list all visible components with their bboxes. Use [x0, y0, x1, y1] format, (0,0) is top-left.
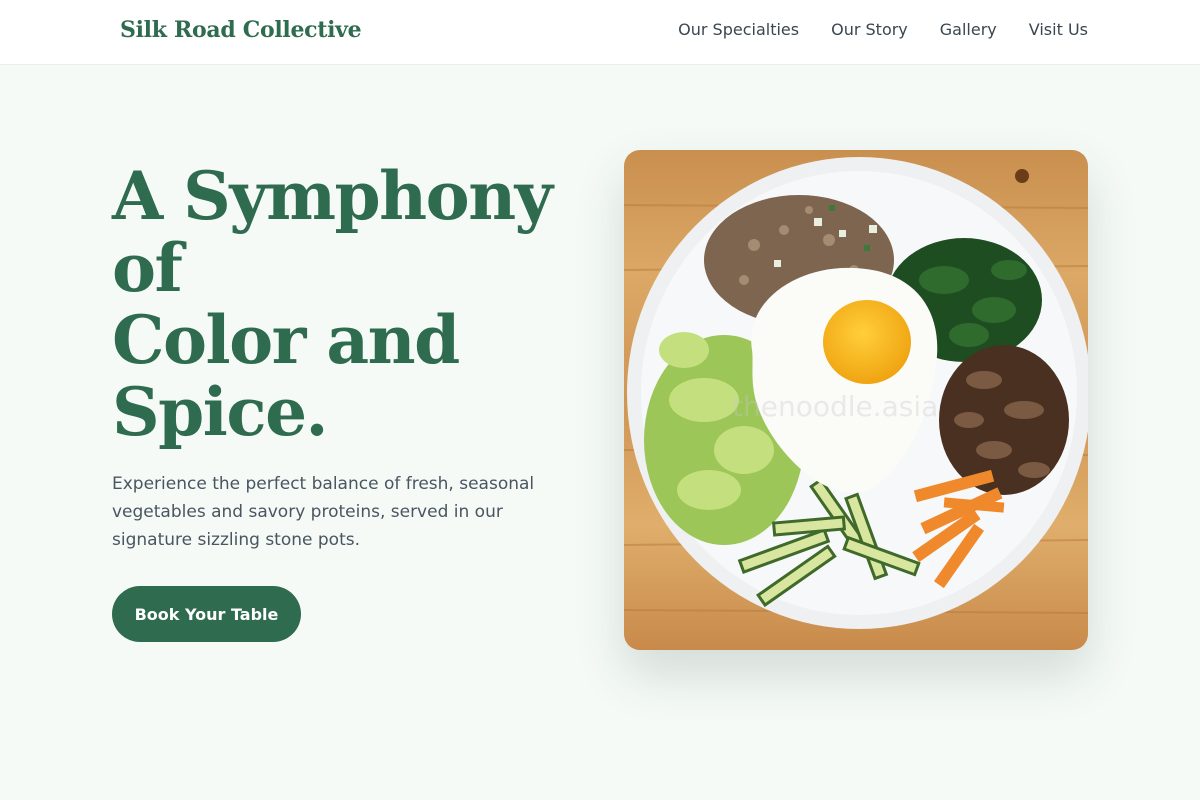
brand-logo-text[interactable]: Silk Road Collective: [120, 17, 362, 43]
hero-title-line: A Symphony: [112, 157, 553, 235]
nav-link-visit-us[interactable]: Visit Us: [1029, 20, 1088, 39]
bibimbap-photo: thenoodle.asia: [624, 150, 1088, 650]
main-nav: Our Specialties Our Story Gallery Visit …: [678, 20, 1088, 39]
book-your-table-button[interactable]: Book Your Table: [112, 586, 301, 642]
hero-title-line: of: [112, 229, 183, 307]
hero-title-line: Color and: [112, 301, 460, 379]
photo-watermark: thenoodle.asia: [732, 390, 939, 423]
hero-description: Experience the perfect balance of fresh,…: [112, 474, 535, 550]
hero-title-line: Spice.: [112, 373, 329, 451]
nav-link-our-specialties[interactable]: Our Specialties: [678, 20, 799, 39]
hero-title: A Symphony of Color and Spice.: [112, 160, 582, 448]
nav-link-our-story[interactable]: Our Story: [831, 20, 908, 39]
nav-link-gallery[interactable]: Gallery: [940, 20, 997, 39]
top-navigation-bar: Silk Road Collective Our Specialties Our…: [0, 0, 1200, 65]
